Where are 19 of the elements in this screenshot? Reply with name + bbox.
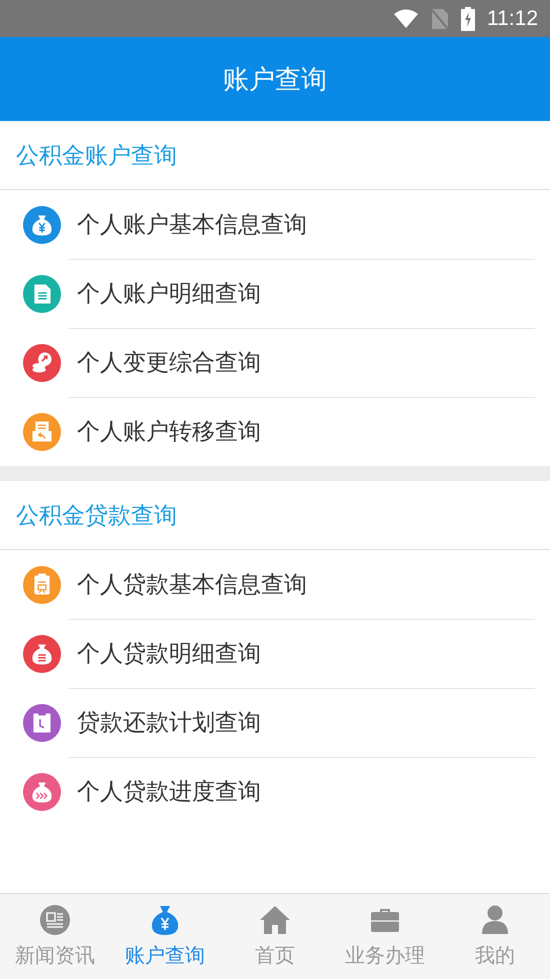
moneybag-icon — [149, 904, 181, 936]
query-item[interactable]: 个人贷款基本信息查询 — [0, 550, 550, 619]
wifi-icon — [393, 8, 419, 28]
no-sim-icon — [431, 8, 449, 30]
status-time: 11:12 — [487, 6, 538, 30]
query-item[interactable]: 个人变更综合查询 — [0, 328, 550, 397]
battery-icon — [461, 6, 475, 30]
section-title: 公积金贷款查询 — [16, 502, 177, 530]
home-icon — [259, 904, 291, 936]
news-icon — [39, 904, 71, 936]
query-item[interactable]: 贷款还款计划查询 — [0, 688, 550, 757]
query-item[interactable]: 个人贷款明细查询 — [0, 619, 550, 688]
query-item[interactable]: 个人贷款进度查询 — [0, 757, 550, 826]
query-item[interactable]: 个人账户转移查询 — [0, 397, 550, 466]
person-icon — [479, 904, 511, 936]
section-title: 公积金账户查询 — [16, 142, 177, 170]
page-title: 账户查询 — [223, 64, 327, 96]
query-item[interactable]: 个人账户明细查询 — [0, 259, 550, 328]
query-item[interactable]: 个人账户基本信息查询 — [0, 190, 550, 259]
